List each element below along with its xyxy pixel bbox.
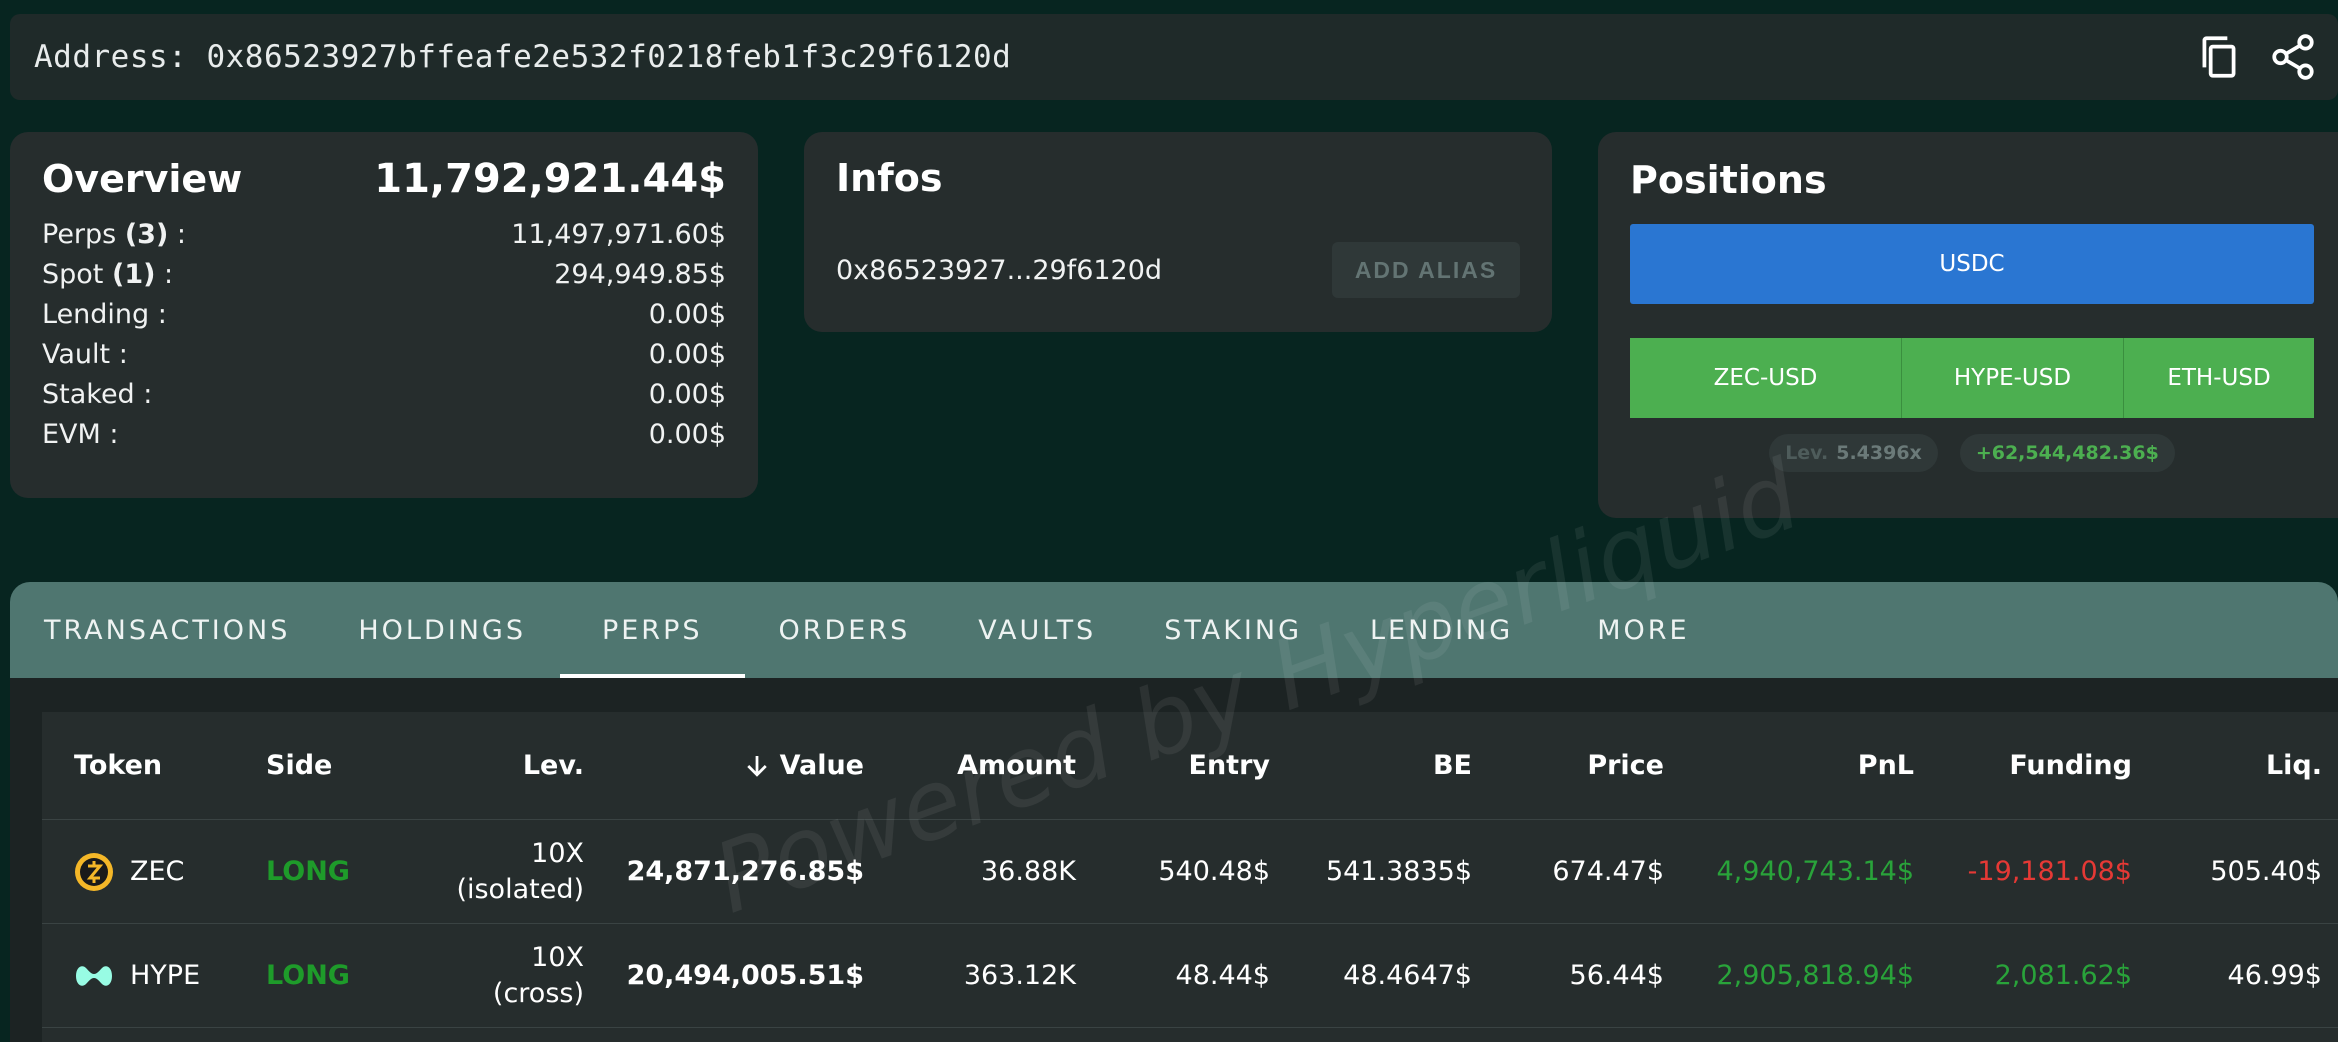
overview-title: Overview [42,157,243,201]
margin-mode: (cross) [492,977,584,1009]
market-button-zec[interactable]: ZEC-USD [1630,338,1902,418]
header-pnl[interactable]: PnL [1682,712,1914,819]
infos-card: Infos 0x86523927...29f6120d ADD ALIAS [804,132,1552,332]
usdc-collateral-button[interactable]: USDC [1630,224,2314,304]
cell-price: 674.47$ [1552,856,1664,887]
header-price[interactable]: Price [1482,712,1664,819]
cell-liq: 46.99$ [2227,960,2322,991]
overview-row-label: Vault : [42,338,128,370]
overview-row-vault: Vault : 0.00$ [42,334,726,374]
tab-orders[interactable]: ORDERS [745,582,945,678]
short-address: 0x86523927...29f6120d [836,254,1163,286]
lev-value: 10X [531,941,584,973]
cell-funding: -19,181.08$ [1967,856,2132,887]
cell-side: LONG [266,960,350,991]
cell-value: 20,494,005.51$ [626,960,864,991]
header-lev[interactable]: Lev. [442,712,584,819]
overview-row-label: Spot [42,258,104,290]
overview-row-count: (1) [111,258,156,290]
cell-token: HYPE [74,924,200,1027]
token-name: HYPE [130,960,201,991]
copy-icon[interactable] [2194,32,2244,86]
market-button-eth[interactable]: ETH-USD [2124,338,2314,418]
overview-row-label: Staked : [42,378,153,410]
positions-card: Positions USDC ZEC-USD HYPE-USD ETH-USD … [1598,132,2338,518]
address-actions [2194,32,2318,86]
overview-row-value: 0.00$ [648,338,726,370]
hype-coin-icon [76,965,112,986]
cell-entry: 48.44$ [1175,960,1270,991]
overview-row-lending: Lending : 0.00$ [42,294,726,334]
cell-pnl: 4,940,743.14$ [1716,856,1914,887]
overview-card: Overview 11,792,921.44$ Perps (3) : 11,4… [10,132,758,498]
header-side[interactable]: Side [266,712,332,819]
cell-amount: 363.12K [963,960,1076,991]
overview-row-spot: Spot (1) : 294,949.85$ [42,254,726,294]
cell-pnl: 2,905,818.94$ [1716,960,1914,991]
cell-price: 56.44$ [1569,960,1664,991]
overview-row-value: 0.00$ [648,298,726,330]
positions-title: Positions [1630,158,1827,202]
table-row[interactable]: HYPE LONG 10X (cross) 20,494,005.51$ 363… [42,924,2338,1028]
token-name: ZEC [130,856,185,887]
header-funding[interactable]: Funding [1922,712,2132,819]
pnl-chip: +62,544,482.36$ [1959,434,2175,472]
cell-token: ZEC [74,820,184,923]
leverage-value: 5.4396x [1836,442,1922,464]
leverage-chip: Lev. 5.4396x [1769,434,1938,472]
cell-funding: 2,081.62$ [1994,960,2132,991]
market-button-hype[interactable]: HYPE-USD [1902,338,2124,418]
cell-lev: 10X (isolated) [442,820,584,923]
table-row[interactable]: ZEC LONG 10X (isolated) 24,871,276.85$ 3… [42,820,2338,924]
zec-coin-icon [75,852,113,891]
overview-row-label: EVM : [42,418,119,450]
overview-row-label: Lending : [42,298,167,330]
overview-row-value: 294,949.85$ [554,258,726,290]
margin-mode: (isolated) [456,873,584,905]
tab-perps[interactable]: PERPS [559,582,745,678]
overview-total: 11,792,921.44$ [374,156,726,202]
header-token[interactable]: Token [74,712,162,819]
overview-row-value: 0.00$ [648,378,726,410]
add-alias-button[interactable]: ADD ALIAS [1332,242,1520,298]
lev-value: 10X [531,837,584,869]
overview-row-perps: Perps (3) : 11,497,971.60$ [42,214,726,254]
cell-be: 48.4647$ [1343,960,1472,991]
overview-row-suffix: : [155,258,174,290]
overview-row-suffix: : [168,218,186,250]
overview-row-value: 11,497,971.60$ [511,218,726,250]
cell-side: LONG [266,856,350,887]
address-bar: Address: 0x86523927bffeafe2e532f0218feb1… [10,14,2338,100]
tab-transactions[interactable]: TRANSACTIONS [10,582,324,678]
overview-row-staked: Staked : 0.00$ [42,374,726,414]
cell-entry: 540.48$ [1158,856,1270,887]
overview-row-label: Perps [42,218,117,250]
overview-row-count: (3) [124,218,169,250]
arrow-down-icon [742,751,772,781]
tab-holdings[interactable]: HOLDINGS [324,582,560,678]
tab-vaults[interactable]: VAULTS [944,582,1130,678]
leverage-label: Lev. [1785,442,1829,464]
overview-row-evm: EVM : 0.00$ [42,414,726,454]
share-icon[interactable] [2268,32,2318,86]
cell-liq: 505.40$ [2210,856,2322,887]
cell-lev: 10X (cross) [442,924,584,1027]
header-be[interactable]: BE [1282,712,1472,819]
infos-title: Infos [836,156,943,200]
header-liq[interactable]: Liq. [2142,712,2322,819]
cell-be: 541.3835$ [1325,856,1472,887]
overview-row-value: 0.00$ [648,418,726,450]
address-text: Address: 0x86523927bffeafe2e532f0218feb1… [34,39,1012,75]
